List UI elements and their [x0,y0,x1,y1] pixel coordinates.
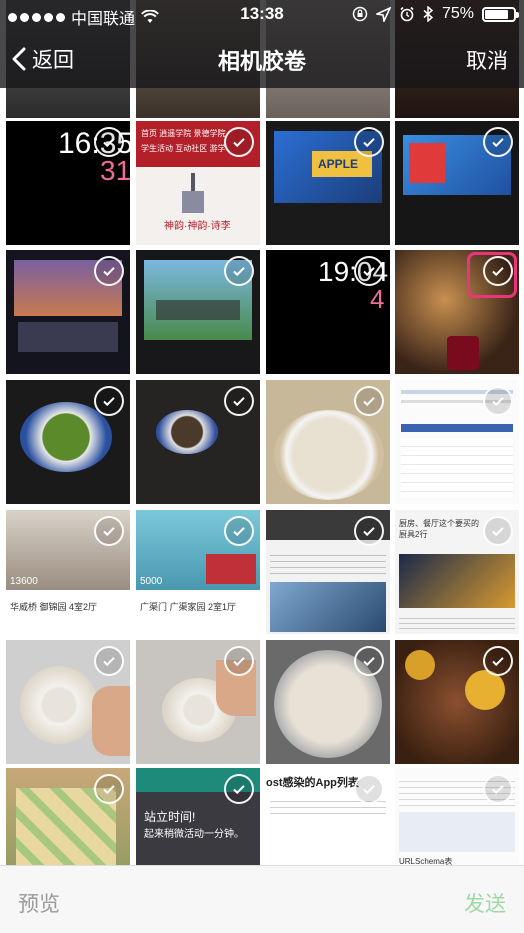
select-check-icon[interactable] [94,646,124,676]
select-check-icon[interactable] [224,127,254,157]
photo-thumb-house[interactable]: 5000 广渠门 广渠家园 2室1厅 [136,510,260,634]
photo-thumb-tv[interactable] [136,250,260,374]
select-check-icon[interactable] [354,646,384,676]
photo-thumb-food[interactable] [395,640,519,764]
select-check-icon[interactable] [483,646,513,676]
select-check-icon[interactable] [94,127,124,157]
photo-thumb-house[interactable]: 13600 华威桥 御锦园 4室2厅 [6,510,130,634]
battery-icon [482,6,519,22]
orientation-lock-icon [352,6,368,22]
preview-button[interactable]: 预览 [18,888,60,918]
web-menu-text: 首页 逍遥学院 景德学院 [141,129,226,138]
photo-grid: 16:35 31 首页 逍遥学院 景德学院 学生活动 互动社区 游学 神韵·神韵… [0,0,524,892]
photo-thumb-lotus[interactable] [266,640,390,764]
standup-title: 站立时间! [144,810,196,824]
article-heading: 厨房、餐厅这个要买的厨具2行 [399,519,479,539]
status-bar: 中国联通 13:38 75% [0,0,524,30]
photo-thumb-watch[interactable]: 16:35 31 [6,121,130,245]
web-menu-text-2: 学生活动 互动社区 游学 [141,144,226,153]
tv-brand-text: APPLE [318,157,359,171]
photo-thumb-article[interactable]: 厨房、餐厅这个要买的厨具2行 [395,510,519,634]
photo-thumb-lotus[interactable] [6,640,130,764]
location-icon [375,6,391,22]
battery-percent: 75% [441,5,474,22]
photo-thumb-food[interactable] [266,380,390,504]
bluetooth-icon [423,6,434,22]
photo-thumb-lotus[interactable] [136,640,260,764]
select-check-icon[interactable] [354,516,384,546]
house-title: 华威桥 御锦园 4室2厅 [10,602,98,612]
watch-day: 4 [370,284,385,314]
select-check-icon[interactable] [224,386,254,416]
photo-thumb-watch[interactable]: 19:04 4 [266,250,390,374]
select-check-icon[interactable] [94,256,124,286]
photo-thumb-document[interactable] [395,380,519,504]
web-caption: 神韵·神韵·诗李 [164,221,231,232]
select-check-icon[interactable] [483,127,513,157]
select-check-icon[interactable] [483,516,513,546]
photo-thumb-tv[interactable]: APPLE [266,121,390,245]
select-check-icon[interactable] [224,646,254,676]
house-title: 广渠门 广渠家园 2室1厅 [140,602,237,612]
select-check-icon[interactable] [224,256,254,286]
house-price: 5000 [140,576,163,587]
cancel-button[interactable]: 取消 [466,45,508,75]
photo-thumb-food[interactable] [136,380,260,504]
select-check-icon[interactable] [354,774,384,804]
select-check-icon[interactable] [94,516,124,546]
photo-thumb-tv[interactable] [6,250,130,374]
standup-body: 起来稍微活动一分钟。 [144,829,244,840]
watch-day: 31 [100,155,130,186]
highlight-frame [467,252,517,298]
select-check-icon[interactable] [354,127,384,157]
navigation-bar: 返回 相机胶卷 取消 [0,30,524,88]
house-price: 13600 [10,576,38,587]
select-check-icon[interactable] [224,516,254,546]
photo-thumb-webpage[interactable]: 首页 逍遥学院 景德学院 学生活动 互动社区 游学 神韵·神韵·诗李 [136,121,260,245]
select-check-icon[interactable] [354,256,384,286]
photo-thumb-food[interactable] [395,250,519,374]
page-title: 相机胶卷 [217,49,306,74]
alarm-icon [400,6,414,22]
select-check-icon[interactable] [94,386,124,416]
select-check-icon[interactable] [94,774,124,804]
select-check-icon[interactable] [224,774,254,804]
select-check-icon[interactable] [483,774,513,804]
select-check-icon[interactable] [483,386,513,416]
photo-thumb-food[interactable] [6,380,130,504]
send-button[interactable]: 发送 [464,888,506,918]
photo-thumb-article[interactable] [266,510,390,634]
select-check-icon[interactable] [354,386,384,416]
app-list-title: ost感染的App列表 [266,777,359,789]
bottom-toolbar: 预览 发送 [0,865,524,933]
photo-thumb-tv[interactable] [395,121,519,245]
